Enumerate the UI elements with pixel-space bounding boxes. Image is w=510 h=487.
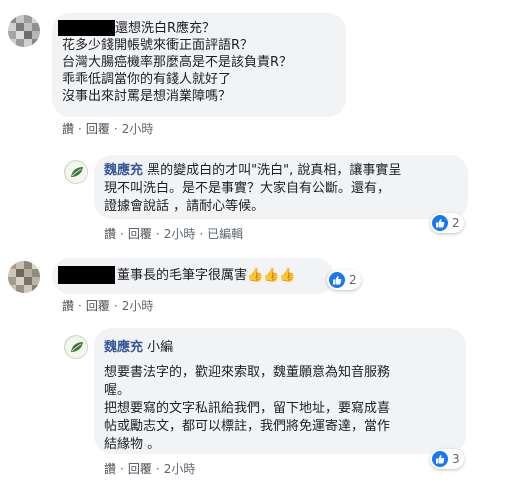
like-link[interactable]: 讚 bbox=[104, 227, 116, 241]
timestamp[interactable]: 2小時 bbox=[164, 462, 196, 476]
thumbs-up-emoji: 👍👍👍 bbox=[247, 268, 296, 283]
reaction-summary[interactable]: 3 bbox=[430, 449, 464, 469]
like-link[interactable]: 讚 bbox=[62, 299, 74, 313]
timestamp[interactable]: 2小時 bbox=[122, 299, 154, 313]
reply-text-line: 證據會說話 ，請耐心等候。 bbox=[104, 199, 265, 214]
comment-text-line: 沒事出來討罵是想消業障嗎？ bbox=[62, 89, 232, 104]
redacted-author-name bbox=[58, 20, 115, 36]
reply-text-line: 帖或勵志文，都可以標註，我們將免運寄達，當作 bbox=[104, 419, 391, 434]
like-link[interactable]: 讚 bbox=[62, 122, 74, 136]
author-name[interactable]: 魏應充 bbox=[104, 163, 143, 178]
leaf-logo-icon bbox=[66, 337, 87, 358]
reply-link[interactable]: 回覆 bbox=[128, 462, 152, 476]
reaction-count: 3 bbox=[452, 452, 460, 466]
leaf-logo-icon bbox=[66, 162, 87, 183]
reaction-summary[interactable]: 2 bbox=[327, 270, 361, 290]
timestamp[interactable]: 2小時 bbox=[164, 227, 196, 241]
page-avatar[interactable] bbox=[64, 160, 88, 184]
timestamp[interactable]: 2小時 bbox=[122, 122, 154, 136]
reaction-count: 2 bbox=[452, 216, 460, 230]
like-reaction-icon bbox=[432, 451, 448, 467]
comment-actions: 讚 · 回覆 · 2小時 bbox=[62, 122, 154, 136]
reply-link[interactable]: 回覆 bbox=[86, 122, 110, 136]
like-link[interactable]: 讚 bbox=[104, 462, 116, 476]
comment-actions: 讚 · 回覆 · 2小時 bbox=[62, 299, 154, 313]
comment-text-line: 台灣大腸癌機率那麼高是不是該負責R？ bbox=[62, 55, 293, 70]
comment-text-line: 花多少錢開帳號來衝正面評語R？ bbox=[62, 38, 254, 53]
comment-text: 董事長的毛筆字很厲害👍👍👍 bbox=[117, 268, 296, 283]
reply-link[interactable]: 回覆 bbox=[128, 227, 152, 241]
reply-text-line: 想要書法字的，歡迎來索取，魏董願意為知音服務 bbox=[104, 365, 391, 380]
reply-link[interactable]: 回覆 bbox=[86, 299, 110, 313]
edited-label[interactable]: 已編輯 bbox=[207, 227, 243, 241]
like-reaction-icon bbox=[432, 215, 448, 231]
like-reaction-icon bbox=[329, 272, 345, 288]
reply-text-line: 魏應充 黑的變成白的才叫"洗白", 說真相，讓事實呈 bbox=[104, 163, 402, 178]
page-avatar[interactable] bbox=[64, 335, 88, 359]
reply-actions: 讚 · 回覆 · 2小時 · 已編輯 bbox=[104, 227, 244, 241]
comment-text-line: 還想洗白R應充？ bbox=[115, 21, 216, 36]
reply-actions: 讚 · 回覆 · 2小時 bbox=[104, 462, 196, 476]
reply-text-line: 結緣物 。 bbox=[104, 437, 161, 452]
commenter-avatar[interactable] bbox=[8, 15, 40, 47]
role-badge: 小編 bbox=[147, 340, 174, 355]
reaction-summary[interactable]: 2 bbox=[430, 213, 464, 233]
reply-header: 魏應充 小編 bbox=[104, 339, 173, 356]
redacted-author-name bbox=[58, 266, 115, 284]
reply-text-line: 把想要寫的文字私訊給我們，留下地址，要寫成喜 bbox=[104, 401, 391, 416]
author-name[interactable]: 魏應充 bbox=[104, 340, 143, 355]
reply-text-line: 喔。 bbox=[104, 383, 131, 398]
commenter-avatar[interactable] bbox=[8, 261, 40, 293]
comment-text-line: 乖乖低調當你的有錢人就好了 bbox=[62, 72, 232, 87]
reply-text-line: 現不叫洗白。是不是事實？大家自有公斷。還有， bbox=[104, 181, 391, 196]
reaction-count: 2 bbox=[349, 273, 357, 287]
